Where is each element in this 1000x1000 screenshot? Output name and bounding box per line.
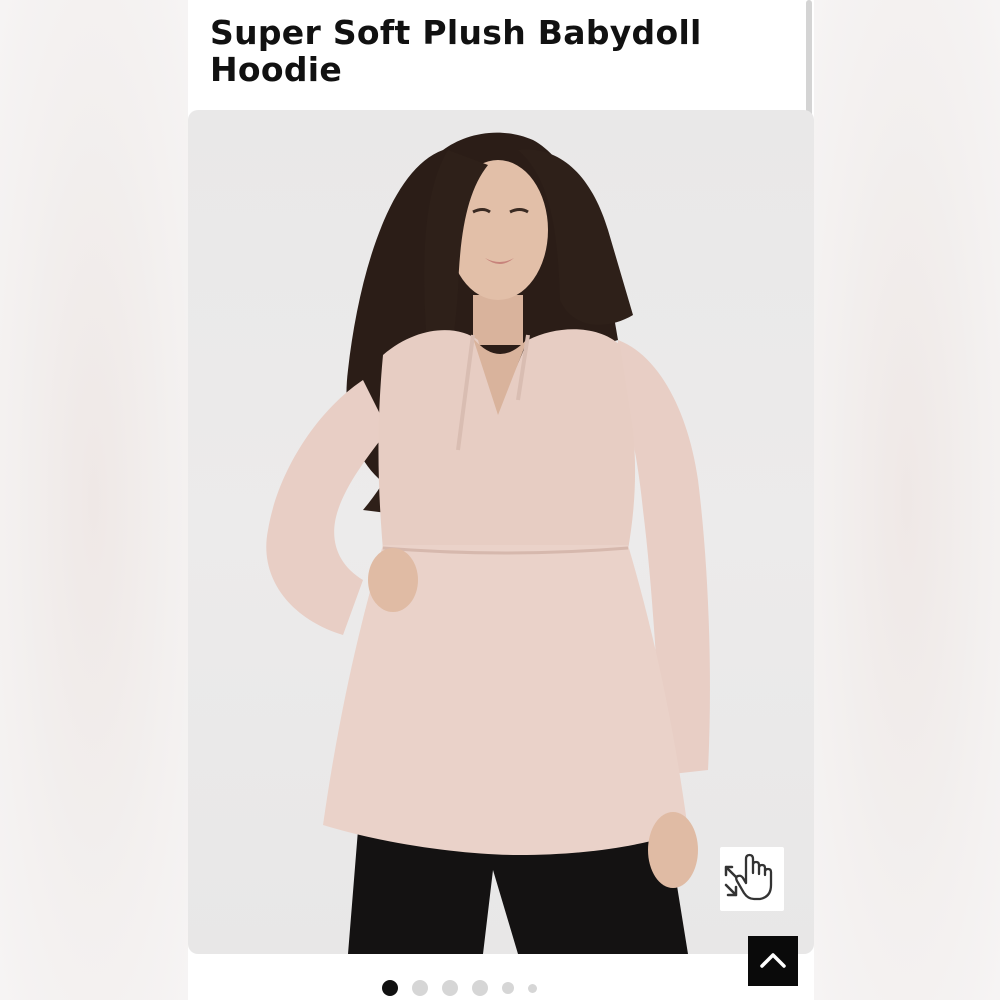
backdrop-left (0, 0, 188, 1000)
pinch-zoom-hand-icon[interactable] (720, 847, 784, 911)
back-to-top-button[interactable] (748, 936, 798, 986)
chevron-up-icon (760, 953, 786, 968)
product-title: Super Soft Plush Babydoll Hoodie (210, 13, 702, 89)
backdrop-right (814, 0, 1000, 1000)
carousel-dot-1[interactable] (381, 980, 398, 996)
model-illustration (266, 132, 710, 954)
carousel-dot-5[interactable] (501, 982, 514, 994)
carousel-dot-4[interactable] (471, 980, 488, 996)
carousel-dot-3[interactable] (441, 980, 458, 996)
mobile-screen: Super Soft Plush Babydoll Hoodie (188, 0, 814, 1000)
carousel-indicator (188, 978, 814, 998)
product-image[interactable] (188, 110, 814, 954)
carousel-dot-2[interactable] (411, 980, 428, 996)
carousel-dot-6[interactable] (527, 983, 537, 993)
